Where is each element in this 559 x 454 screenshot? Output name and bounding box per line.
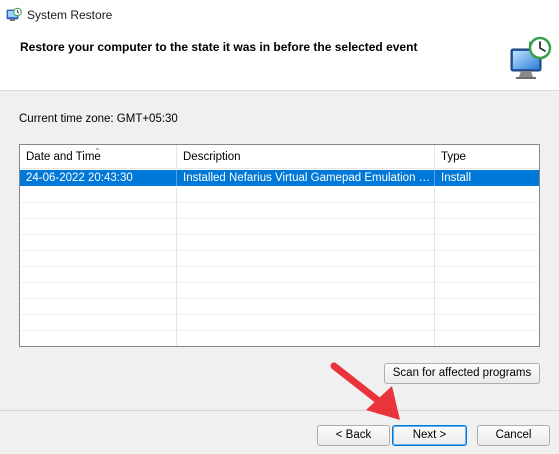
sort-descending-icon: ⌄	[94, 144, 101, 152]
row-date: 24-06-2022 20:43:30	[20, 170, 177, 186]
wizard-header: Restore your computer to the state it wa…	[0, 30, 559, 91]
column-header-date[interactable]: ⌄ Date and Time	[20, 145, 177, 168]
red-arrow-pointer-icon	[330, 362, 400, 420]
back-button[interactable]: < Back	[317, 425, 390, 446]
system-restore-icon	[6, 7, 22, 21]
column-header-description[interactable]: Description	[177, 145, 435, 168]
cancel-button[interactable]: Cancel	[477, 425, 550, 446]
page-title: Restore your computer to the state it wa…	[20, 40, 418, 54]
footer-divider	[0, 410, 559, 411]
table-row[interactable]: 24-06-2022 20:43:30 Installed Nefarius V…	[20, 170, 539, 186]
window-title: System Restore	[27, 8, 113, 22]
column-header-type-label: Type	[441, 151, 466, 163]
monitor-restore-icon	[510, 36, 552, 79]
column-header-type[interactable]: Type	[435, 145, 539, 168]
next-button[interactable]: Next >	[392, 425, 467, 446]
title-bar: System Restore	[0, 0, 559, 30]
column-header-description-label: Description	[183, 151, 241, 163]
row-description: Installed Nefarius Virtual Gamepad Emula…	[177, 170, 435, 186]
timezone-label: Current time zone: GMT+05:30	[19, 113, 178, 125]
list-header: ⌄ Date and Time Description Type	[20, 145, 539, 169]
row-type: Install	[441, 172, 472, 184]
restore-points-list[interactable]: ⌄ Date and Time Description Type 24-06-2…	[19, 144, 540, 347]
column-header-date-label: Date and Time	[26, 151, 101, 163]
